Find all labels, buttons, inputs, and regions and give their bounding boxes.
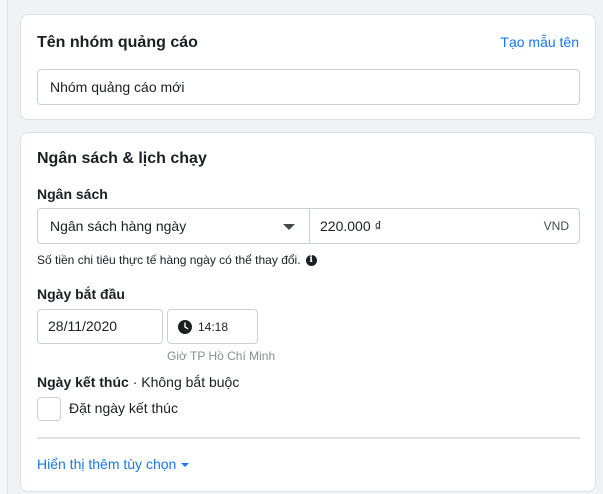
timezone-label: Giờ TP Hồ Chí Minh	[167, 349, 276, 363]
budget-type-value: Ngân sách hàng ngày	[50, 218, 187, 234]
end-date-optional: · Không bắt buộc	[132, 374, 240, 390]
start-time-input[interactable]: 14:18	[167, 309, 258, 344]
show-more-options-label: Hiển thị thêm tùy chọn	[37, 456, 177, 472]
budget-input-group: Ngân sách hàng ngày 220.000 ₫ VND	[37, 208, 580, 244]
budget-schedule-card: Ngân sách & lịch chạy Ngân sách Ngân sác…	[20, 132, 596, 492]
budget-type-select[interactable]: Ngân sách hàng ngày	[38, 209, 310, 243]
budget-helper-text: Số tiền chi tiêu thực tế hàng ngày có th…	[37, 253, 317, 267]
show-more-options-link[interactable]: Hiển thị thêm tùy chọn	[37, 456, 190, 472]
ad-group-name-title: Tên nhóm quảng cáo	[37, 34, 198, 51]
ad-group-name-card: Tên nhóm quảng cáo Tạo mẫu tên Nhóm quản…	[20, 14, 596, 120]
end-date-label: Ngày kết thúc · Không bắt buộc	[37, 374, 239, 390]
divider	[37, 437, 580, 439]
chevron-down-icon	[181, 463, 190, 467]
budget-helper-label: Số tiền chi tiêu thực tế hàng ngày có th…	[37, 253, 301, 267]
currency-label: VND	[543, 219, 569, 233]
info-icon[interactable]: i	[305, 254, 317, 266]
start-time-value: 14:18	[198, 319, 229, 334]
budget-amount-input[interactable]: 220.000 ₫ VND	[310, 209, 579, 243]
budget-amount-value: 220.000 ₫	[320, 218, 382, 234]
end-date-title: Ngày kết thúc	[37, 374, 129, 390]
start-date-input[interactable]: 28/11/2020	[37, 309, 163, 344]
ad-group-name-input[interactable]: Nhóm quảng cáo mới	[37, 69, 580, 105]
left-strip	[0, 0, 8, 494]
start-date-label: Ngày bắt đầu	[37, 286, 125, 302]
clock-icon	[178, 319, 192, 334]
create-name-template-link[interactable]: Tạo mẫu tên	[500, 34, 579, 50]
chevron-down-icon	[283, 224, 295, 230]
end-date-checkbox-label[interactable]: Đặt ngày kết thúc	[69, 400, 178, 416]
budget-label: Ngân sách	[37, 186, 108, 202]
budget-schedule-title: Ngân sách & lịch chạy	[37, 150, 207, 167]
end-date-checkbox[interactable]	[37, 397, 61, 421]
